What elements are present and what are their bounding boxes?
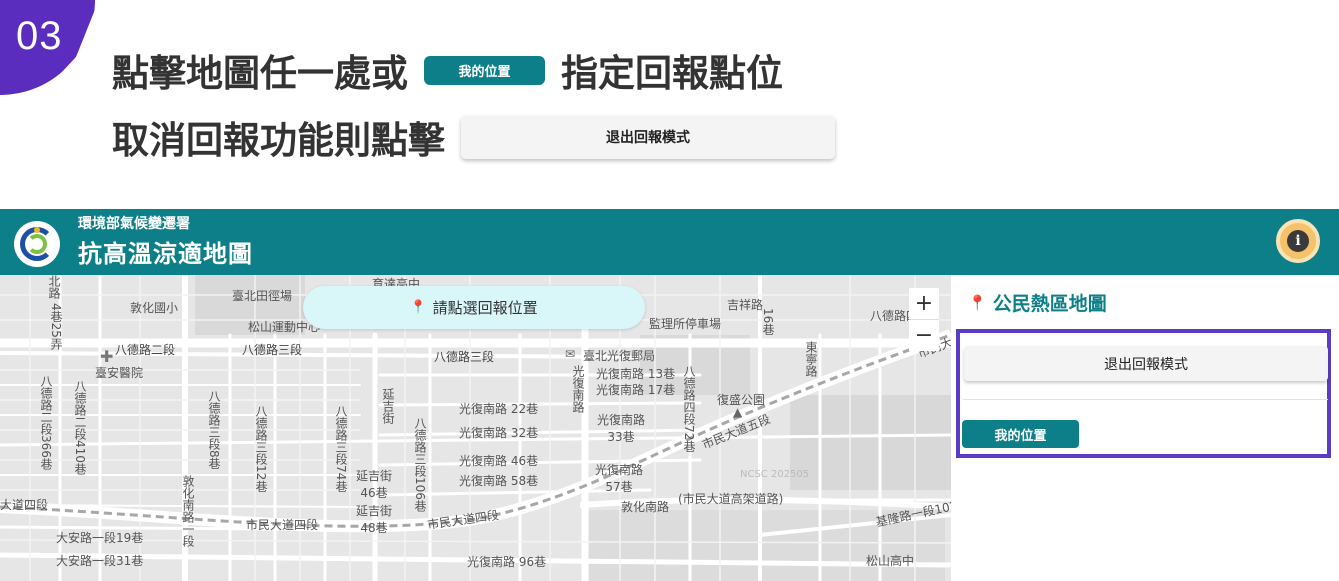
exit-report-mode-button[interactable]: 退出回報模式 xyxy=(964,346,1328,381)
map-label: 八德路二段 xyxy=(115,343,176,357)
map-label: 光復南路 32巷 xyxy=(459,426,539,440)
map-label: 光復南路 xyxy=(571,365,585,413)
map-label: 八德路三段74巷 xyxy=(334,405,348,493)
select-location-prompt: 📍 請點選回報位置 xyxy=(303,286,645,329)
zoom-in-button[interactable]: + xyxy=(909,288,939,319)
map-label: 4巷25弄 xyxy=(49,303,63,350)
map-label: 八德路四段72巷 xyxy=(682,365,696,453)
map-label: 大安路一段31巷 xyxy=(56,554,144,568)
map-label: 市民大道四段 xyxy=(246,518,319,532)
map-label: 臺北光復郵局 xyxy=(583,349,656,363)
map-watermark: NCSC 202505 xyxy=(740,469,810,480)
map-label: 光復南路 58巷 xyxy=(459,474,539,488)
map-label: 八德路三段8巷 xyxy=(207,390,221,470)
map-label: 八德路三段12巷 xyxy=(254,405,268,493)
map-label: 大道四段 xyxy=(0,498,49,512)
map-label: 16巷 xyxy=(761,308,775,336)
sample-my-location-button: 我的位置 xyxy=(424,55,545,85)
app-title: 抗高溫涼適地圖 xyxy=(78,240,253,268)
map-label: 臺安醫院 xyxy=(95,366,144,380)
instruction-line-1: 點擊地圖任一處或 我的位置 指定回報點位 xyxy=(112,45,783,95)
panel-title-text: 公民熱區地圖 xyxy=(992,293,1107,315)
panel-title: 📍 公民熱區地圖 xyxy=(968,289,1107,316)
my-location-button[interactable]: 我的位置 xyxy=(962,420,1079,448)
organization-name: 環境部氣候變遷署 xyxy=(78,216,190,232)
instruction-text: 取消回報功能則點擊 xyxy=(112,119,445,162)
map-canvas[interactable]: 敦化國小 臺北田徑場 松山運動中心 八德路二段 八德路三段 八德路三段 ✚ 臺安… xyxy=(0,275,951,581)
step-number: 03 xyxy=(16,14,63,58)
info-button[interactable]: i xyxy=(1276,219,1320,263)
instruction-line-2: 取消回報功能則點擊 退出回報模式 xyxy=(112,112,835,162)
map-label: 光復南路 13巷 xyxy=(596,367,676,381)
select-location-text: 請點選回報位置 xyxy=(432,299,538,317)
map-label: 八德路二段366巷 xyxy=(39,375,53,470)
instruction-text: 點擊地圖任一處或 xyxy=(112,52,408,95)
map-label: 光復南路 22巷 xyxy=(459,402,539,416)
zoom-out-button[interactable]: − xyxy=(909,319,939,351)
app-header: 環境部氣候變遷署 抗高溫涼適地圖 i xyxy=(0,209,1339,275)
map-label: 敦化國小 xyxy=(130,301,179,315)
map-pin-icon: 📍 xyxy=(410,300,427,315)
map-label: 光復南路 17巷 xyxy=(596,383,676,397)
map-label: 八德路三段 xyxy=(434,350,495,364)
map-label: 吉祥路 xyxy=(727,298,764,312)
map-label: 八德路三段 xyxy=(242,343,303,357)
map-label: 監理所停車場 xyxy=(649,317,722,331)
map-label: 延吉街 46巷 xyxy=(356,469,393,500)
map-label: 延吉街 xyxy=(381,388,395,424)
map-label: 敦化南路一段 xyxy=(181,475,195,547)
map-label: 八德路二段410巷 xyxy=(73,380,87,475)
map-label: 大安路一段19巷 xyxy=(56,531,144,545)
map-label: 臺北田徑場 xyxy=(232,289,293,303)
mail-icon: ✉ xyxy=(565,347,576,361)
map-label: 延吉街 48巷 xyxy=(356,504,393,535)
map-label: 光復南路 96巷 xyxy=(467,555,547,569)
map-pin-icon: 📍 xyxy=(968,293,987,312)
map-label: 復盛公園 xyxy=(717,393,766,407)
instruction-text: 指定回報點位 xyxy=(561,52,783,95)
map-label: 敦化南路 xyxy=(621,500,670,514)
map-label: (市民大道高架道路) xyxy=(678,492,784,506)
sample-exit-report-button: 退出回報模式 xyxy=(461,115,835,159)
info-icon: i xyxy=(1287,230,1309,252)
map-label: 光復南路 57巷 xyxy=(595,463,644,494)
map-label: 光復南路 46巷 xyxy=(459,454,539,468)
side-panel: 📍 公民熱區地圖 退出回報模式 我的位置 xyxy=(951,275,1339,581)
agency-logo xyxy=(14,221,60,267)
map-label: 東寧路 xyxy=(804,341,818,377)
zoom-control: + − xyxy=(909,288,939,351)
map-label: 北路 xyxy=(47,275,61,299)
map-label: 八德路三段106巷 xyxy=(413,417,427,512)
map-label: 松山高中 xyxy=(866,554,915,568)
divider xyxy=(963,399,1328,400)
map-label: 光復南路 33巷 xyxy=(597,413,646,444)
